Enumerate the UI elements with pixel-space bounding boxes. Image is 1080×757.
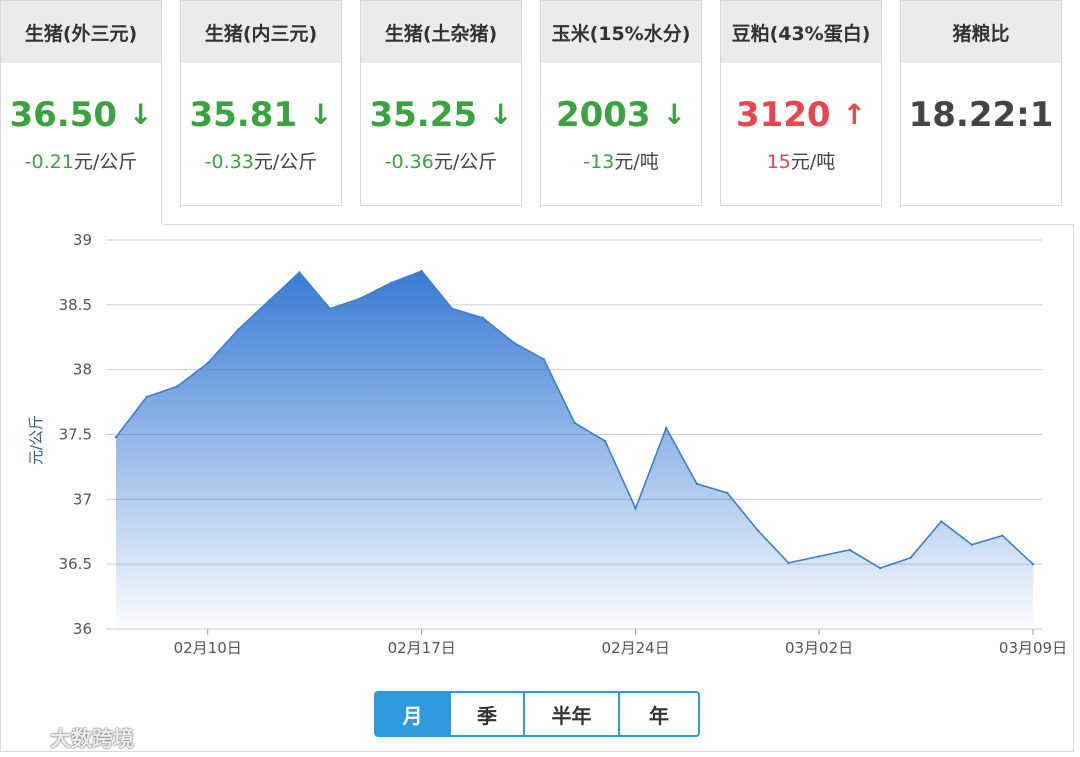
x-tick-label: 02月24日 (602, 639, 670, 657)
data-point (237, 328, 240, 331)
x-tick-label: 03月09日 (999, 639, 1067, 657)
tab-pig-inner-three[interactable]: 生猪(内三元) 35.81 ↓ -0.33元/公斤 (180, 0, 342, 206)
x-tick-label: 02月17日 (388, 639, 456, 657)
range-month-button[interactable]: 月 (376, 693, 451, 735)
y-axis-label: 元/公斤 (27, 415, 45, 465)
tab-pig-outer-three[interactable]: 生猪(外三元) 36.50 ↓ -0.21元/公斤 (0, 0, 162, 226)
tab-change: -0.33元/公斤 (204, 151, 318, 173)
data-point (328, 307, 332, 310)
tab-pig-local[interactable]: 生猪(土杂猪) 35.25 ↓ -0.36元/公斤 (360, 0, 522, 206)
tab-change: 15元/吨 (766, 151, 836, 173)
y-tick-label: 36.5 (59, 555, 92, 573)
range-quarter-button[interactable]: 季 (451, 693, 525, 735)
data-point (298, 271, 301, 274)
data-point (726, 491, 729, 495)
tab-pig-grain-ratio[interactable]: 猪粮比 18.22:1 (900, 0, 1062, 206)
y-tick-label: 38 (73, 361, 92, 379)
data-point (970, 543, 974, 546)
data-point (603, 439, 607, 443)
price-tabs: 生猪(外三元) 36.50 ↓ -0.21元/公斤 生猪(内三元) 35.81 ↓ … (0, 0, 1080, 230)
data-point (879, 566, 882, 570)
price-chart: 36 36.5 37 37.5 38 38.5 39 02月10日 02月17日 02月24日 03… (27, 231, 1067, 657)
tab-price: 18.22:1 (908, 95, 1054, 135)
watermark: 大数跨境 (8, 723, 134, 753)
series-area (116, 271, 1033, 629)
data-point (359, 297, 362, 300)
data-point (665, 426, 668, 430)
range-selector: 月 季 半年 年 (374, 691, 700, 737)
data-point (420, 269, 423, 273)
data-point (451, 307, 454, 310)
tab-price: 3120 ↑ (735, 95, 867, 135)
arrow-down-icon: ↓ (129, 98, 153, 131)
data-point (512, 341, 515, 344)
arrow-down-icon: ↓ (309, 98, 333, 131)
data-point (787, 561, 790, 565)
data-point (267, 299, 270, 303)
x-tick-label: 03月02日 (785, 639, 853, 657)
arrow-down-icon: ↓ (489, 98, 513, 131)
data-point (542, 358, 546, 361)
tab-title: 生猪(土杂猪) (361, 1, 521, 63)
data-point (145, 395, 148, 399)
data-point (940, 520, 943, 523)
y-tick-label: 38.5 (59, 296, 92, 314)
data-point (848, 548, 851, 552)
tab-price: 35.25 ↓ (369, 95, 513, 135)
y-tick-label: 37.5 (59, 426, 92, 444)
tab-title: 豆粕(43%蛋白) (721, 1, 881, 63)
tab-title: 玉米(15%水分) (541, 1, 701, 63)
tab-change: -0.36元/公斤 (384, 151, 498, 173)
tab-title: 生猪(外三元) (1, 1, 161, 63)
x-tick-label: 02月10日 (174, 639, 242, 657)
tab-corn[interactable]: 玉米(15%水分) 2003 ↓ -13元/吨 (540, 0, 702, 206)
range-year-button[interactable]: 年 (620, 693, 698, 735)
data-point (1031, 563, 1035, 566)
data-point (114, 435, 118, 439)
y-tick-label: 36 (73, 620, 92, 638)
tab-change: -0.21元/公斤 (24, 151, 138, 173)
data-point (909, 556, 912, 559)
arrow-down-icon: ↓ (662, 98, 687, 131)
watermark-logo-icon (8, 730, 44, 748)
data-point (389, 281, 393, 284)
data-point (695, 482, 698, 485)
range-halfyear-button[interactable]: 半年 (525, 693, 620, 735)
data-point (573, 421, 576, 424)
tab-title: 猪粮比 (901, 1, 1061, 63)
data-point (756, 529, 760, 532)
data-point (206, 362, 209, 365)
data-point (481, 316, 484, 319)
data-point (1001, 534, 1004, 537)
y-tick-label: 39 (73, 231, 92, 249)
data-point (817, 555, 821, 558)
tab-price: 2003 ↓ (555, 95, 687, 135)
tab-soybean-meal[interactable]: 豆粕(43%蛋白) 3120 ↑ 15元/吨 (720, 0, 882, 206)
watermark-text: 大数跨境 (50, 727, 134, 751)
y-tick-label: 37 (73, 490, 92, 508)
tab-title: 生猪(内三元) (181, 1, 341, 63)
data-point (175, 385, 179, 388)
data-point (634, 507, 637, 510)
tab-price: 35.81 ↓ (189, 95, 333, 135)
arrow-up-icon: ↑ (842, 98, 867, 131)
tab-price: 36.50 ↓ (9, 95, 153, 135)
tab-change: -13元/吨 (583, 151, 659, 173)
